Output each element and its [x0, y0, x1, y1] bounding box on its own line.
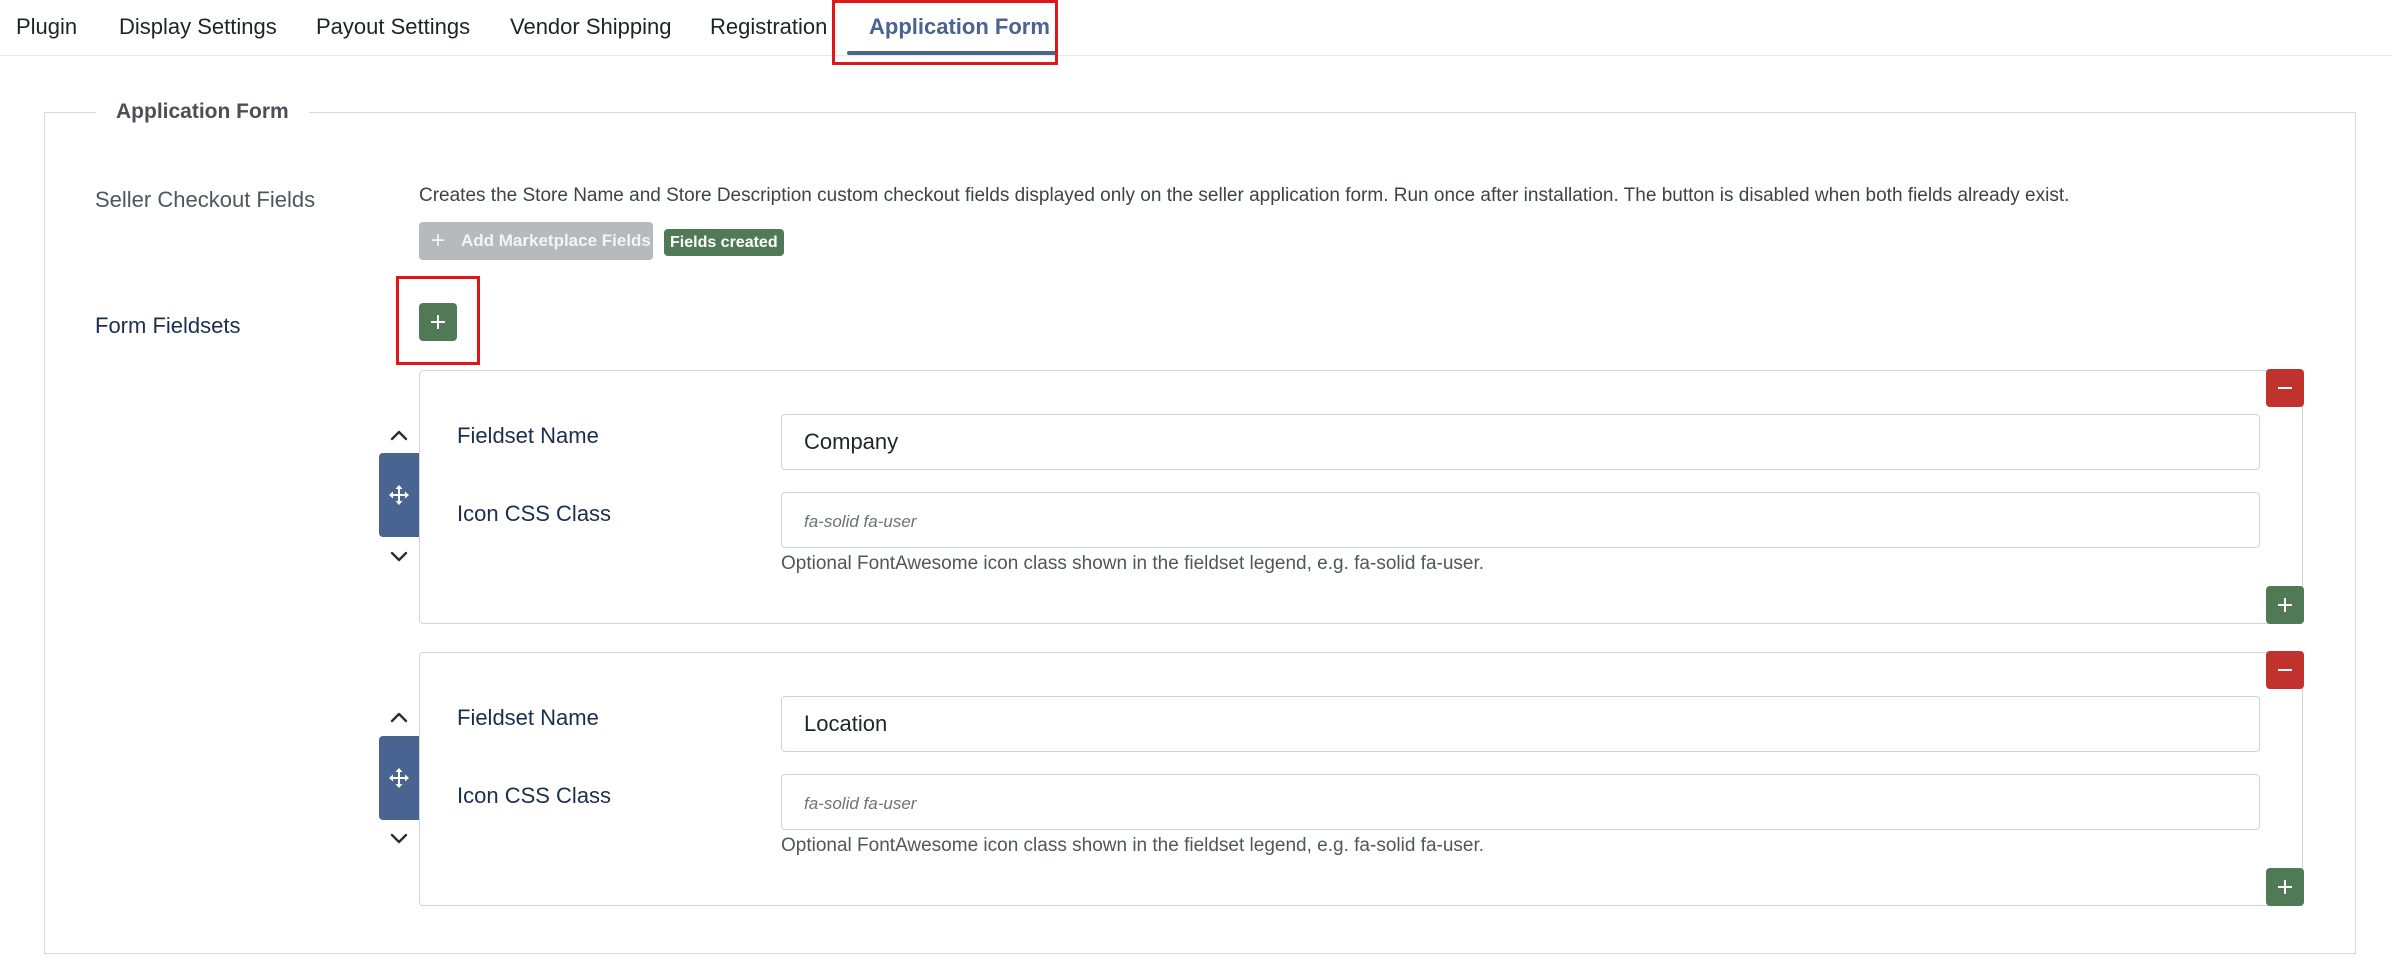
remove-fieldset-button[interactable] — [2266, 651, 2304, 689]
plus-icon — [431, 315, 445, 329]
settings-tabs: Plugin Display Settings Payout Settings … — [0, 0, 2392, 56]
chevron-down-icon[interactable] — [388, 546, 410, 568]
icon-css-class-help: Optional FontAwesome icon class shown in… — [781, 835, 1485, 856]
remove-fieldset-button[interactable] — [2266, 369, 2304, 407]
plus-icon: + — [431, 227, 446, 254]
tab-vendor-shipping[interactable]: Vendor Shipping — [510, 0, 671, 54]
plus-icon — [2278, 880, 2292, 894]
fieldset-name-label: Fieldset Name — [457, 705, 599, 730]
tab-display-settings[interactable]: Display Settings — [119, 0, 277, 54]
tab-plugin[interactable]: Plugin — [16, 0, 77, 54]
icon-css-class-input[interactable] — [781, 774, 2260, 830]
tab-payout-settings[interactable]: Payout Settings — [316, 0, 470, 54]
fields-created-badge: Fields created — [664, 229, 784, 256]
minus-icon — [2278, 387, 2292, 389]
tab-application-form[interactable]: Application Form — [869, 0, 1050, 54]
icon-css-class-help: Optional FontAwesome icon class shown in… — [781, 553, 1485, 574]
minus-icon — [2278, 669, 2292, 671]
active-tab-indicator — [847, 51, 1056, 55]
seller-checkout-description: Creates the Store Name and Store Descrip… — [419, 185, 2070, 206]
add-marketplace-fields-button[interactable]: + Add Marketplace Fields — [419, 222, 653, 260]
fieldset-name-label: Fieldset Name — [457, 423, 599, 448]
add-fieldset-button[interactable] — [419, 303, 457, 341]
add-field-button[interactable] — [2266, 586, 2304, 624]
add-field-button[interactable] — [2266, 868, 2304, 906]
form-fieldsets-label: Form Fieldsets — [95, 313, 241, 338]
icon-css-class-label: Icon CSS Class — [457, 501, 612, 526]
tab-registration[interactable]: Registration — [710, 0, 827, 54]
drag-handle[interactable] — [379, 736, 419, 820]
icon-css-class-label: Icon CSS Class — [457, 783, 612, 808]
chevron-down-icon[interactable] — [388, 828, 410, 850]
chevron-up-icon[interactable] — [388, 424, 410, 446]
seller-checkout-label: Seller Checkout Fields — [95, 187, 316, 212]
add-marketplace-fields-label: Add Marketplace Fields — [461, 231, 651, 250]
section-legend: Application Form — [96, 96, 309, 128]
plus-icon — [2278, 598, 2292, 612]
move-arrows-icon — [389, 485, 409, 505]
chevron-up-icon[interactable] — [388, 706, 410, 728]
icon-css-class-input[interactable] — [781, 492, 2260, 548]
move-arrows-icon — [389, 768, 409, 788]
fieldset-name-input[interactable] — [781, 696, 2260, 752]
drag-handle[interactable] — [379, 453, 419, 537]
fieldset-name-input[interactable] — [781, 414, 2260, 470]
